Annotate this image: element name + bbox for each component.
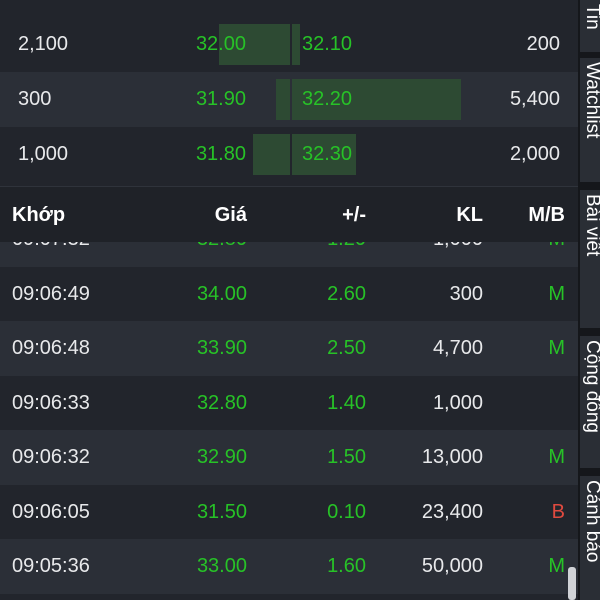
header-volume: KL — [456, 204, 483, 226]
trade-change: 0.10 — [327, 500, 366, 523]
trade-side: B — [551, 500, 565, 523]
trade-volume: 50,000 — [421, 555, 483, 577]
trade-side: M — [548, 337, 565, 359]
trade-volume: 1,000 — [432, 391, 483, 414]
order-book-row[interactable]: 1,000 31.80 32.30 2,000 — [0, 127, 578, 182]
tab-watchlist[interactable]: Watchlist — [580, 58, 600, 182]
header-side: M/B — [528, 204, 565, 226]
spread-divider — [284, 79, 290, 120]
bid-price[interactable]: 32.00 — [196, 17, 246, 72]
trades-list[interactable]: 09:07:32 32.80 1.20 1,000 M 09:06:49 34.… — [0, 242, 578, 600]
trade-row: 09:06:33 32.80 1.40 1,000 — [0, 375, 578, 430]
trade-row: 09:06:05 31.50 0.10 23,400 B — [0, 484, 578, 539]
trade-price: 34.00 — [196, 282, 247, 305]
tab-tin-label: Tin — [582, 4, 600, 30]
ask-volume-bar — [292, 24, 300, 65]
trade-price: 33.90 — [196, 337, 247, 359]
bid-price[interactable]: 31.80 — [196, 127, 246, 182]
tab-cong-dong-label: Cộng đồng — [582, 340, 600, 433]
trade-price: 32.90 — [196, 446, 247, 468]
trade-price: 33.00 — [196, 555, 247, 577]
tab-canh-bao[interactable]: Cảnh báo — [580, 476, 600, 600]
header-change: +/- — [342, 204, 366, 226]
trade-volume: 13,000 — [421, 446, 483, 468]
trade-row: 09:06:49 34.00 2.60 300 M — [0, 266, 578, 321]
header-time: Khớp — [12, 204, 66, 226]
tab-bai-viet[interactable]: Bài viết — [580, 190, 600, 328]
bid-volume-bar — [253, 134, 284, 175]
header-price: Giá — [214, 204, 247, 226]
trade-time: 09:07:32 — [12, 242, 90, 267]
ask-price[interactable]: 32.10 — [302, 17, 352, 72]
spread-divider — [284, 24, 290, 65]
trade-change: 1.40 — [327, 391, 366, 414]
side-tab-bar: Tin Watchlist Bài viết Cộng đồng Cảnh bá… — [578, 0, 600, 600]
ask-volume: 200 — [526, 33, 560, 55]
bid-volume-bar — [276, 79, 284, 120]
tab-bai-viet-label: Bài viết — [582, 194, 600, 257]
ask-volume: 2,000 — [509, 143, 560, 165]
trade-change: 2.60 — [327, 282, 366, 305]
bid-volume: 1,000 — [18, 143, 69, 165]
trade-volume: 300 — [449, 282, 483, 305]
ask-price[interactable]: 32.20 — [302, 72, 352, 127]
trade-volume: 23,400 — [421, 500, 483, 523]
trade-row: 09:07:32 32.80 1.20 1,000 M — [0, 242, 578, 267]
trade-change: 1.20 — [327, 242, 366, 267]
bid-volume: 2,100 — [18, 33, 69, 55]
trade-row: 09:05:36 33.00 1.60 50,000 M — [0, 539, 578, 594]
bid-volume: 300 — [18, 88, 52, 110]
trade-price: 31.50 — [196, 500, 247, 523]
trade-side: M — [548, 282, 565, 305]
order-book: 2,100 32.00 32.10 200 300 31.90 32.20 5,… — [0, 0, 578, 186]
trade-row: 09:06:48 33.90 2.50 4,700 M — [0, 321, 578, 376]
trade-change: 1.60 — [327, 555, 366, 577]
spread-divider — [284, 134, 290, 175]
bid-price[interactable]: 31.90 — [196, 72, 246, 127]
trade-price: 32.80 — [196, 391, 247, 414]
trade-side: M — [548, 446, 565, 468]
trade-side: M — [548, 555, 565, 577]
trade-time: 09:06:48 — [12, 337, 90, 359]
trades-scrollbar[interactable] — [568, 567, 576, 600]
tab-tin[interactable]: Tin — [580, 0, 600, 52]
trade-time: 09:06:33 — [12, 391, 90, 414]
stock-detail-panel: 2,100 32.00 32.10 200 300 31.90 32.20 5,… — [0, 0, 578, 600]
tab-cong-dong[interactable]: Cộng đồng — [580, 336, 600, 468]
trade-time: 09:05:36 — [12, 555, 90, 577]
trade-volume: 4,700 — [432, 337, 483, 359]
trade-change: 2.50 — [327, 337, 366, 359]
trade-change: 1.50 — [327, 446, 366, 468]
order-book-row[interactable]: 300 31.90 32.20 5,400 — [0, 72, 578, 127]
order-book-row[interactable]: 2,100 32.00 32.10 200 — [0, 17, 578, 72]
trade-volume: 1,000 — [433, 242, 483, 267]
trade-time: 09:06:05 — [12, 500, 90, 523]
ask-volume: 5,400 — [509, 88, 560, 110]
tab-canh-bao-label: Cảnh báo — [582, 480, 600, 563]
trade-side: M — [548, 242, 565, 267]
trade-row: 09:06:32 32.90 1.50 13,000 M — [0, 430, 578, 485]
trade-time: 09:06:49 — [12, 282, 90, 305]
tab-watchlist-label: Watchlist — [582, 62, 600, 139]
ask-price[interactable]: 32.30 — [302, 127, 352, 182]
trades-header: Khớp Giá +/- KL M/B — [0, 186, 578, 242]
trade-price: 32.80 — [197, 242, 247, 267]
trade-time: 09:06:32 — [12, 446, 90, 468]
